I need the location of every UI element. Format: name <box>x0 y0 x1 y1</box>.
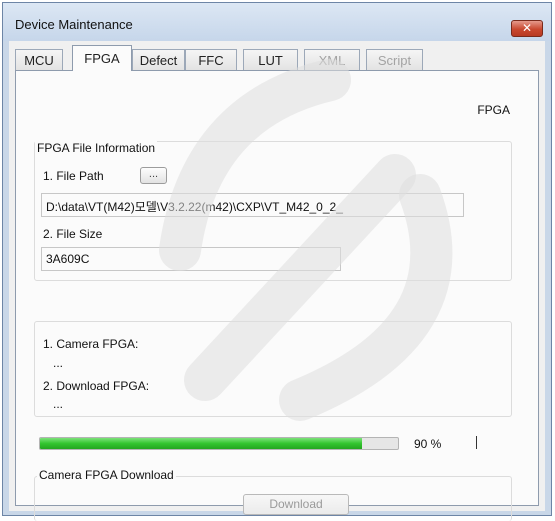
camera-fpga-label: 1. Camera FPGA: <box>43 337 138 351</box>
dialog-client-area: MCU FPGA Defect FFC LUT XML Script FPGA … <box>9 41 545 521</box>
file-path-field[interactable]: D:\data\VT(M42)모델\V3.2.22(m42)\CXP\VT_M4… <box>41 193 464 217</box>
file-size-field[interactable]: 3A609C <box>41 247 341 271</box>
tab-mcu[interactable]: MCU <box>15 49 63 70</box>
progress-fill <box>40 438 363 449</box>
panel-heading: FPGA <box>477 103 510 117</box>
file-info-group-title: FPGA File Information <box>35 141 158 155</box>
download-progress-bar <box>39 437 399 450</box>
tab-lut[interactable]: LUT <box>243 49 298 70</box>
download-button[interactable]: Download <box>243 494 349 515</box>
title-bar[interactable]: Device Maintenance ✕ <box>3 3 551 41</box>
fpga-tab-panel: FPGA FPGA File Information 1. File Path … <box>15 70 539 521</box>
file-info-group: FPGA File Information 1. File Path ... D… <box>34 141 512 281</box>
download-fpga-label: 2. Download FPGA: <box>43 379 150 393</box>
tab-ffc[interactable]: FFC <box>185 49 237 70</box>
version-info-group: 1. Camera FPGA: ... 2. Download FPGA: ..… <box>34 321 512 417</box>
text-cursor-marker <box>476 436 477 449</box>
browse-button[interactable]: ... <box>140 167 167 184</box>
download-fpga-value: ... <box>53 397 64 411</box>
camera-fpga-label-text: 1. Camera FPGA: <box>43 337 139 351</box>
file-size-label: 2. File Size <box>43 227 103 241</box>
device-maintenance-window: Device Maintenance ✕ MCU FPGA Defect FFC… <box>2 2 552 521</box>
download-group: Camera FPGA Download Download <box>34 468 512 521</box>
download-group-title: Camera FPGA Download <box>37 468 176 482</box>
close-button[interactable]: ✕ <box>511 20 543 37</box>
close-icon: ✕ <box>521 21 533 35</box>
window-title: Device Maintenance <box>15 17 133 32</box>
tab-strip: MCU FPGA Defect FFC LUT XML Script <box>15 41 545 71</box>
file-path-label: 1. File Path <box>43 169 104 183</box>
ellipsis-icon: ... <box>148 168 159 180</box>
tab-xml[interactable]: XML <box>304 49 360 70</box>
tab-script[interactable]: Script <box>366 49 423 70</box>
tab-defect[interactable]: Defect <box>132 49 185 70</box>
progress-percent-text: 90 % <box>414 437 442 451</box>
tab-fpga[interactable]: FPGA <box>72 45 132 71</box>
camera-fpga-value: ... <box>53 356 64 370</box>
